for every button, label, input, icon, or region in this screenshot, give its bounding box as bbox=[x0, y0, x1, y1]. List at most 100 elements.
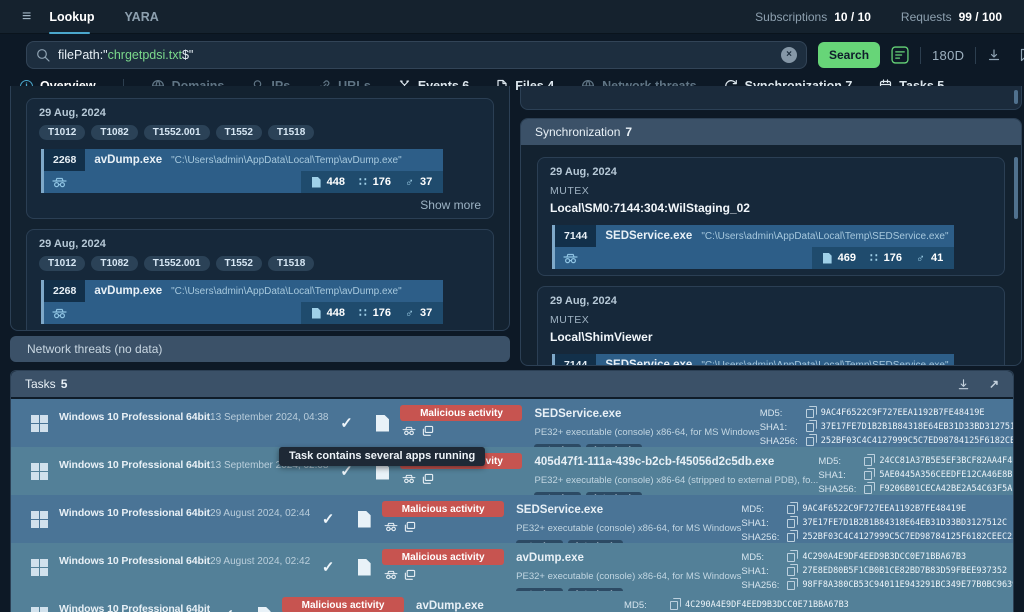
task-date: 29 August 2024, 02:44 bbox=[210, 508, 310, 519]
multiple-apps-icon[interactable] bbox=[422, 425, 434, 437]
process-path: "C:\Users\admin\AppData\Local\Temp\SEDSe… bbox=[701, 231, 948, 242]
copy-icon[interactable] bbox=[787, 581, 795, 590]
mitre-tag[interactable]: T1518 bbox=[268, 256, 314, 271]
top-tab-lookup[interactable]: Lookup bbox=[49, 0, 94, 34]
report-icon[interactable] bbox=[346, 543, 382, 591]
process-row[interactable]: 2268 avDump.exe "C:\Users\admin\AppData\… bbox=[41, 280, 443, 324]
document-icon bbox=[358, 559, 371, 576]
copy-icon[interactable] bbox=[806, 423, 814, 432]
period-selector[interactable]: 180D bbox=[932, 48, 964, 63]
process-row[interactable]: 7144 SEDService.exe "C:\Users\admin\AppD… bbox=[552, 354, 954, 366]
topbar-quotas: Subscriptions10 / 10 Requests99 / 100 bbox=[755, 10, 1002, 24]
expand-icon[interactable]: ↗ bbox=[989, 378, 999, 390]
show-more-link[interactable]: Show more bbox=[39, 329, 481, 331]
mitre-tag[interactable]: T1552.001 bbox=[144, 256, 210, 271]
mitre-tags: T1012 T1082 T1552.001 T1552 T1518 bbox=[39, 256, 481, 271]
copy-icon[interactable] bbox=[806, 437, 814, 446]
events-panel: 29 Aug, 2024 T1012 T1082 T1552.001 T1552… bbox=[10, 86, 510, 331]
subscriptions-quota: Subscriptions10 / 10 bbox=[755, 10, 871, 24]
md5-value: 4C290A4E9DF4EED9B3DCC0E71BBA67B3 bbox=[685, 600, 849, 610]
task-row[interactable]: Task contains several apps running Windo… bbox=[11, 447, 1013, 495]
clear-search-button[interactable]: × bbox=[781, 47, 797, 63]
menu-icon[interactable]: ≡ bbox=[22, 9, 31, 25]
search-input[interactable]: filePath:"chrgetpdsi.txt$" × bbox=[26, 41, 807, 69]
task-file-name: avDump.exe bbox=[516, 552, 584, 564]
multiple-apps-icon[interactable] bbox=[404, 521, 416, 533]
task-row[interactable]: Windows 10 Professional 64bit ✓ Maliciou… bbox=[11, 591, 1013, 612]
process-stats: 469 ∷176 ♂41 bbox=[812, 247, 955, 269]
sha1-value: 37E17FE7D1B2B1B84318E64EB31D33BD3127512C bbox=[821, 422, 1014, 432]
keys-count: ♂37 bbox=[405, 176, 432, 188]
task-row[interactable]: Windows 10 Professional 64bit29 August 2… bbox=[11, 543, 1013, 591]
mitre-tag[interactable]: T1552 bbox=[216, 125, 262, 140]
keys-count: ♂37 bbox=[405, 307, 432, 319]
copy-icon[interactable] bbox=[806, 409, 814, 418]
copy-icon[interactable] bbox=[787, 533, 795, 542]
task-hashes: MD5:4C290A4E9DF4EED9B3DCC0E71BBA67B3 bbox=[624, 591, 1013, 612]
download-icon[interactable] bbox=[987, 48, 1001, 62]
key-icon: ♂ bbox=[405, 307, 414, 319]
sync-card: 29 Aug, 2024 MUTEX Local\SM0:7144:304:Wi… bbox=[537, 157, 1005, 276]
copy-icon[interactable] bbox=[670, 601, 678, 610]
process-row[interactable]: 7144 SEDService.exe "C:\Users\admin\AppD… bbox=[552, 225, 954, 269]
copy-icon[interactable] bbox=[787, 505, 795, 514]
sha1-value: 37E17FE7D1B2B1B84318E64EB31D33BD3127512C bbox=[802, 518, 1007, 528]
verdict-badge: Malicious activity bbox=[382, 549, 504, 565]
copy-icon[interactable] bbox=[787, 519, 795, 528]
md5-value: 24CC81A37B5E5EF3BCF82AA4F4D1C222 bbox=[879, 456, 1014, 466]
task-file-desc: PE32+ executable (console) x86-64, for M… bbox=[534, 427, 759, 438]
process-row[interactable]: 2268 avDump.exe "C:\Users\admin\AppData\… bbox=[41, 149, 443, 193]
mitre-tag[interactable]: T1552 bbox=[216, 256, 262, 271]
task-file-name: 405d47f1-111a-439c-b2cb-f45056d2c5db.exe bbox=[534, 456, 774, 468]
scrollbar-thumb[interactable] bbox=[1014, 157, 1018, 219]
search-button[interactable]: Search bbox=[818, 42, 880, 68]
tasks-title: Tasks5 bbox=[25, 377, 67, 391]
report-icon[interactable] bbox=[346, 495, 382, 543]
search-row: filePath:"chrgetpdsi.txt$" × Search 180D bbox=[26, 41, 1024, 69]
network-threats-bar[interactable]: Network threats (no data) bbox=[10, 336, 510, 362]
windows-logo-icon bbox=[31, 559, 48, 576]
mitre-tag[interactable]: T1082 bbox=[91, 256, 137, 271]
check-icon: ✓ bbox=[328, 399, 364, 447]
mitre-tag[interactable]: T1012 bbox=[39, 125, 85, 140]
multiple-apps-icon[interactable] bbox=[422, 473, 434, 485]
copy-icon[interactable] bbox=[864, 457, 872, 466]
task-row[interactable]: Windows 10 Professional 64bit29 August 2… bbox=[11, 495, 1013, 543]
event-date: 29 Aug, 2024 bbox=[39, 107, 481, 119]
copy-icon[interactable] bbox=[864, 485, 872, 494]
query-builder-icon[interactable] bbox=[891, 46, 909, 64]
divider bbox=[975, 47, 976, 64]
process-stats: 448 ∷176 ♂37 bbox=[301, 171, 444, 193]
task-os: Windows 10 Professional 64bit bbox=[59, 459, 210, 471]
copy-icon[interactable] bbox=[787, 567, 795, 576]
copy-icon[interactable] bbox=[864, 471, 872, 480]
sync-value: Local\ShimViewer bbox=[550, 330, 992, 344]
sha1-value: 5AE0445A356CEEDFE12CA46E8BF677C72E83587E bbox=[879, 470, 1014, 480]
download-icon[interactable] bbox=[957, 378, 970, 391]
scrollbar-thumb[interactable] bbox=[1014, 90, 1018, 104]
task-row[interactable]: Windows 10 Professional 64bit13 Septembe… bbox=[11, 399, 1013, 447]
report-icon[interactable] bbox=[246, 591, 282, 612]
show-more-link[interactable]: Show more bbox=[39, 198, 481, 212]
report-icon[interactable] bbox=[364, 399, 400, 447]
sync-kind: MUTEX bbox=[550, 314, 992, 326]
windows-logo-icon bbox=[31, 463, 48, 480]
process-path: "C:\Users\admin\AppData\Local\Temp\avDum… bbox=[171, 155, 402, 166]
process-pid: 2268 bbox=[44, 280, 85, 302]
spy-icon bbox=[384, 570, 398, 580]
mitre-tag[interactable]: T1082 bbox=[91, 125, 137, 140]
bookmark-icon[interactable] bbox=[1018, 48, 1024, 62]
mitre-tag[interactable]: T1518 bbox=[268, 125, 314, 140]
copy-icon[interactable] bbox=[787, 553, 795, 562]
md5-value: 9AC4F6522C9F727EEA1192B7FE48419E bbox=[802, 504, 966, 514]
mitre-tag[interactable]: T1552.001 bbox=[144, 125, 210, 140]
verdict-badge: Malicious activity bbox=[382, 501, 504, 517]
mitre-tag[interactable]: T1012 bbox=[39, 256, 85, 271]
dots-icon: ∷ bbox=[359, 176, 367, 188]
task-os: Windows 10 Professional 64bit bbox=[59, 411, 210, 423]
multiple-apps-icon[interactable] bbox=[404, 569, 416, 581]
tasks-panel: Tasks5 ↗ Windows 10 Professional 64bit13… bbox=[10, 370, 1014, 612]
top-tab-yara[interactable]: YARA bbox=[124, 0, 158, 34]
synchronization-header: Synchronization7 bbox=[521, 119, 1021, 145]
process-name: SEDService.exe bbox=[605, 359, 692, 366]
